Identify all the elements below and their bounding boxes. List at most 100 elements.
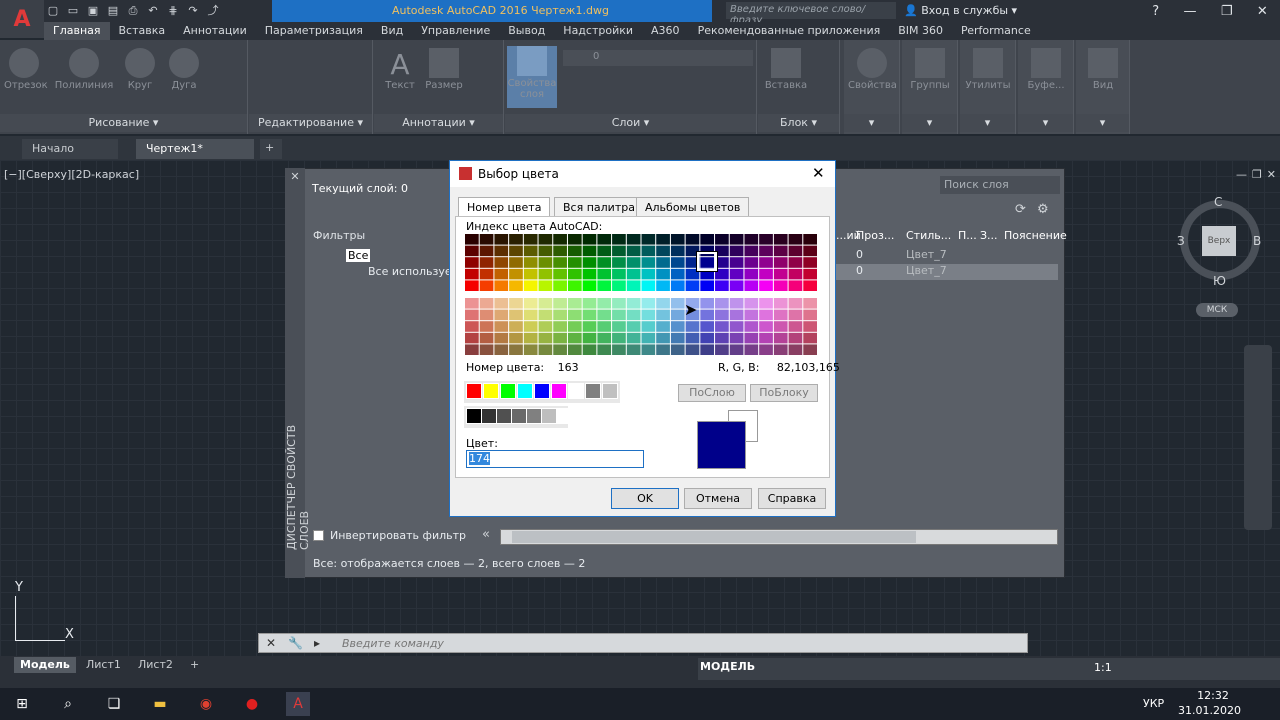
filter-tree-used[interactable]: Все используем: [368, 265, 460, 278]
gray-color-swatch[interactable]: [496, 408, 512, 424]
palette-swatch[interactable]: [612, 257, 626, 268]
palette-swatch[interactable]: [744, 234, 759, 245]
palette-swatch[interactable]: [479, 268, 494, 280]
insert-tool[interactable]: Вставка: [764, 48, 808, 91]
palette-swatch[interactable]: [700, 309, 715, 321]
model-space-button[interactable]: МОДЕЛЬ: [700, 660, 755, 673]
palette-swatch[interactable]: [670, 268, 685, 280]
palette-swatch[interactable]: [641, 298, 656, 309]
palette-swatch[interactable]: [685, 234, 700, 245]
palette-swatch[interactable]: [641, 280, 656, 291]
palette-swatch[interactable]: [538, 245, 553, 257]
palette-swatch[interactable]: [773, 234, 788, 245]
palette-swatch[interactable]: [597, 332, 612, 344]
palette-swatch[interactable]: [523, 344, 538, 355]
palette-swatch[interactable]: [538, 268, 553, 280]
new-file-icon[interactable]: ▢: [46, 4, 60, 18]
palette-swatch[interactable]: [612, 280, 626, 291]
palette-swatch[interactable]: [715, 257, 729, 268]
palette-swatch[interactable]: [641, 245, 656, 257]
palette-swatch[interactable]: [479, 344, 494, 355]
palette-swatch[interactable]: [612, 332, 626, 344]
palette-swatch[interactable]: [465, 321, 479, 332]
ribbon-tab[interactable]: Управление: [412, 22, 499, 40]
palette-swatch[interactable]: [759, 344, 773, 355]
palette-swatch[interactable]: [656, 280, 670, 291]
palette-swatch[interactable]: [656, 332, 670, 344]
minimize-icon[interactable]: —: [1236, 168, 1247, 181]
gray-color-swatch[interactable]: [481, 408, 497, 424]
palette-swatch[interactable]: [788, 245, 803, 257]
palette-swatch[interactable]: [538, 298, 553, 309]
gray-color-swatch[interactable]: [556, 408, 572, 424]
palette-swatch[interactable]: [773, 268, 788, 280]
undo-icon[interactable]: ↶: [146, 4, 160, 18]
autocad-taskbar-icon[interactable]: A: [286, 692, 310, 716]
palette-swatch[interactable]: [729, 245, 744, 257]
circle-tool[interactable]: Круг: [122, 48, 158, 91]
palette-swatch[interactable]: [523, 257, 538, 268]
gray-color-swatch[interactable]: [466, 408, 482, 424]
palette-swatch[interactable]: [788, 332, 803, 344]
palette-swatch[interactable]: [494, 280, 509, 291]
palette-swatch[interactable]: [656, 321, 670, 332]
standard-color-swatch[interactable]: [466, 383, 482, 399]
palette-swatch[interactable]: [553, 268, 567, 280]
palette-swatch[interactable]: [479, 245, 494, 257]
palette-swatch[interactable]: [729, 268, 744, 280]
palette-swatch[interactable]: [700, 321, 715, 332]
scrollbar-thumb[interactable]: [512, 531, 916, 543]
line-tool[interactable]: Отрезок: [4, 48, 48, 91]
palette-swatch[interactable]: [803, 309, 817, 321]
standard-color-swatch[interactable]: [500, 383, 516, 399]
palette-swatch[interactable]: [494, 257, 509, 268]
annotation-scale[interactable]: 1:1: [1094, 661, 1112, 674]
palette-swatch[interactable]: [788, 280, 803, 291]
gray-color-swatch[interactable]: [511, 408, 527, 424]
standard-color-swatch[interactable]: [534, 383, 550, 399]
refresh-icon[interactable]: ⟳: [1015, 202, 1026, 217]
invert-filter-checkbox[interactable]: Инвертировать фильтр: [313, 529, 466, 542]
palette-swatch[interactable]: [788, 298, 803, 309]
palette-swatch[interactable]: [567, 234, 582, 245]
palette-swatch[interactable]: [523, 332, 538, 344]
palette-swatch[interactable]: [744, 268, 759, 280]
palette-swatch[interactable]: [626, 280, 641, 291]
palette-swatch[interactable]: [509, 280, 523, 291]
palette-swatch[interactable]: [803, 245, 817, 257]
view-expand[interactable]: ▾: [1076, 114, 1129, 132]
panel-label-block[interactable]: Блок ▾: [758, 114, 839, 132]
palette-swatch[interactable]: [494, 234, 509, 245]
palette-swatch[interactable]: [729, 332, 744, 344]
layer-dropdown[interactable]: 0: [563, 50, 753, 66]
palette-swatch[interactable]: [465, 245, 479, 257]
login-button[interactable]: 👤 Вход в службы ▾: [904, 4, 1017, 17]
palette-swatch[interactable]: [553, 280, 567, 291]
panel-label-layers[interactable]: Слои ▾: [505, 114, 756, 132]
aci-palette-light[interactable]: [465, 298, 818, 356]
navigation-bar[interactable]: [1244, 345, 1272, 530]
palette-swatch[interactable]: [715, 332, 729, 344]
palette-swatch[interactable]: [509, 321, 523, 332]
palette-swatch[interactable]: [553, 257, 567, 268]
palette-swatch[interactable]: [744, 321, 759, 332]
new-tab-button[interactable]: +: [260, 139, 282, 159]
palette-swatch[interactable]: [494, 309, 509, 321]
palette-swatch[interactable]: [803, 268, 817, 280]
ribbon-tab[interactable]: Параметризация: [256, 22, 372, 40]
palette-swatch[interactable]: [803, 321, 817, 332]
palette-swatch[interactable]: [479, 234, 494, 245]
utilities-panel[interactable]: Утилиты ▾: [960, 40, 1016, 134]
ucs-menu[interactable]: МСК: [1196, 303, 1238, 317]
palette-swatch[interactable]: [759, 332, 773, 344]
dimension-tool[interactable]: Размер: [422, 48, 466, 91]
palette-swatch[interactable]: [715, 280, 729, 291]
palette-swatch[interactable]: [509, 332, 523, 344]
ribbon-tab[interactable]: Аннотации: [174, 22, 256, 40]
palette-swatch[interactable]: [700, 280, 715, 291]
palette-swatch[interactable]: [626, 298, 641, 309]
clipboard-panel[interactable]: Буфе... ▾: [1018, 40, 1074, 134]
standard-color-swatch[interactable]: [551, 383, 567, 399]
palette-swatch[interactable]: [553, 344, 567, 355]
palette-swatch[interactable]: [479, 321, 494, 332]
